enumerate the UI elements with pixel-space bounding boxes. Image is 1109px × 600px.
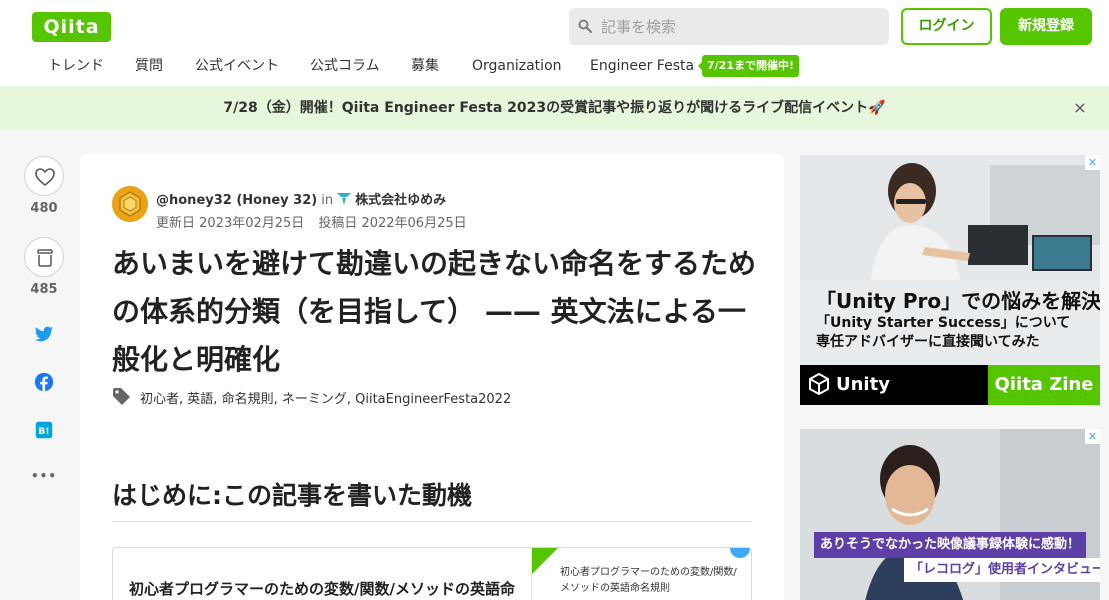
nav-questions[interactable]: 質問 [135, 54, 163, 78]
svg-text:B!: B! [38, 426, 49, 437]
unity-cube-icon [809, 373, 829, 395]
ad-close-icon[interactable]: ✕ [1085, 429, 1100, 444]
twitter-icon[interactable] [33, 323, 55, 345]
unity-brand-text: Unity [836, 374, 890, 395]
nav-organization[interactable]: Organization [472, 54, 562, 78]
close-icon[interactable]: × [1071, 99, 1089, 117]
article-card: @honey32 (Honey 32) in 株式会社ゆめみ 更新日 2023年02… [80, 154, 784, 600]
link-card[interactable]: 初心者プログラマーのための変数/関数/メソッドの英語命名規則 - Qiita 初… [112, 547, 752, 600]
ad2-subline: 「レコログ」使用者インタビュー [904, 558, 1100, 582]
organization-name[interactable]: 株式会社ゆめみ [355, 193, 446, 208]
updated-date: 更新日 2023年02月25日 [156, 216, 305, 231]
tag[interactable]: 命名規則 [222, 392, 274, 407]
blue-dot-decoration [730, 548, 750, 558]
green-corner-decoration [532, 548, 558, 574]
tag-icon [113, 388, 130, 405]
organization-icon [337, 193, 352, 205]
ad2-headline: ありそうでなかった映像議事録体験に感動！ [814, 532, 1087, 558]
ad-rekolog[interactable]: ✕ ありそうでなかった映像議事録体験に感動！ 「レコログ」使用者インタビュー [800, 429, 1100, 600]
posted-date: 投稿日 2022年06月25日 [318, 216, 467, 231]
hatena-bookmark-icon[interactable]: B! [33, 419, 55, 441]
festa-badge: 7/21まで開催中! [698, 55, 799, 77]
tags: 初心者, 英語, 命名規則, ネーミング, QiitaEngineerFesta… [140, 392, 512, 407]
nav-official-columns[interactable]: 公式コラム [310, 54, 380, 78]
in-label: in [321, 193, 334, 208]
article-title: あいまいを避けて勘違いの起きない命名をするための体系的分類（を目指して） —— … [112, 247, 757, 376]
more-icon[interactable]: ••• [24, 469, 64, 483]
like-count: 480 [30, 201, 58, 216]
link-card-thumbnail: 初心者プログラマーのための変数/関数/メソッドの英語命名規則 [531, 548, 751, 600]
like-button[interactable] [24, 156, 64, 196]
tag[interactable]: 英語 [187, 392, 213, 407]
site-header: Qiita ログイン 新規登録 トレンド 質問 公式イベント 公式コラム 募集 … [0, 0, 1109, 86]
ad1-footer: Unity Qiita Zine [800, 365, 1100, 405]
ad1-subline1: 「Unity Starter Success」について [816, 315, 1071, 331]
author-avatar[interactable] [112, 186, 148, 222]
link-card-title[interactable]: 初心者プログラマーのための変数/関数/メソッドの英語命名規則 - Qiita [129, 576, 519, 600]
qiita-logo[interactable]: Qiita [32, 12, 111, 42]
search-box[interactable] [569, 8, 889, 45]
search-icon [578, 19, 592, 33]
heart-icon [35, 168, 55, 186]
stock-button[interactable] [24, 237, 64, 277]
search-input[interactable] [601, 8, 881, 45]
tag[interactable]: 初心者 [140, 392, 179, 407]
ad1-subline2: 専任アドバイザーに直接聞いてみた [816, 334, 1040, 350]
tag[interactable]: ネーミング [282, 392, 347, 407]
ad-close-icon[interactable]: ✕ [1085, 155, 1100, 170]
heading-divider [112, 521, 752, 522]
nav-recruiting[interactable]: 募集 [411, 54, 439, 78]
link-card-thumb-text: 初心者プログラマーのための変数/関数/メソッドの英語命名規則 [560, 567, 737, 594]
author-line: @honey32 (Honey 32) in 株式会社ゆめみ [156, 189, 446, 208]
unity-brand: Unity [808, 373, 890, 397]
nav-official-events[interactable]: 公式イベント [195, 54, 279, 78]
signup-button[interactable]: 新規登録 [1000, 8, 1092, 45]
section-heading: はじめに:この記事を書いた動機 [112, 481, 472, 510]
qiita-zine-label: Qiita Zine [988, 365, 1100, 405]
stock-icon [37, 249, 53, 267]
author-name[interactable]: @honey32 (Honey 32) [156, 193, 317, 208]
stock-count: 485 [30, 282, 58, 297]
login-button[interactable]: ログイン [901, 8, 992, 45]
announcement-text[interactable]: 7/28（金）開催！Qiita Engineer Festa 2023の受賞記事… [0, 86, 1109, 130]
tag[interactable]: QiitaEngineerFesta2022 [355, 392, 511, 407]
facebook-icon[interactable] [33, 371, 55, 393]
ad-unity[interactable]: ✕ 「Unity Pro」での悩みを解決！ 「Unity Starter Suc… [800, 155, 1100, 405]
office-photo-illustration [800, 155, 1100, 280]
article-dates: 更新日 2023年02月25日 投稿日 2022年06月25日 [156, 212, 467, 231]
nav-engineer-festa[interactable]: Engineer Festa [590, 54, 694, 78]
ad1-headline: 「Unity Pro」での悩みを解決！ [816, 289, 1100, 313]
honeycomb-avatar-icon [112, 186, 148, 222]
announcement-bar: 7/28（金）開催！Qiita Engineer Festa 2023の受賞記事… [0, 86, 1109, 130]
nav-trend[interactable]: トレンド [48, 54, 104, 78]
